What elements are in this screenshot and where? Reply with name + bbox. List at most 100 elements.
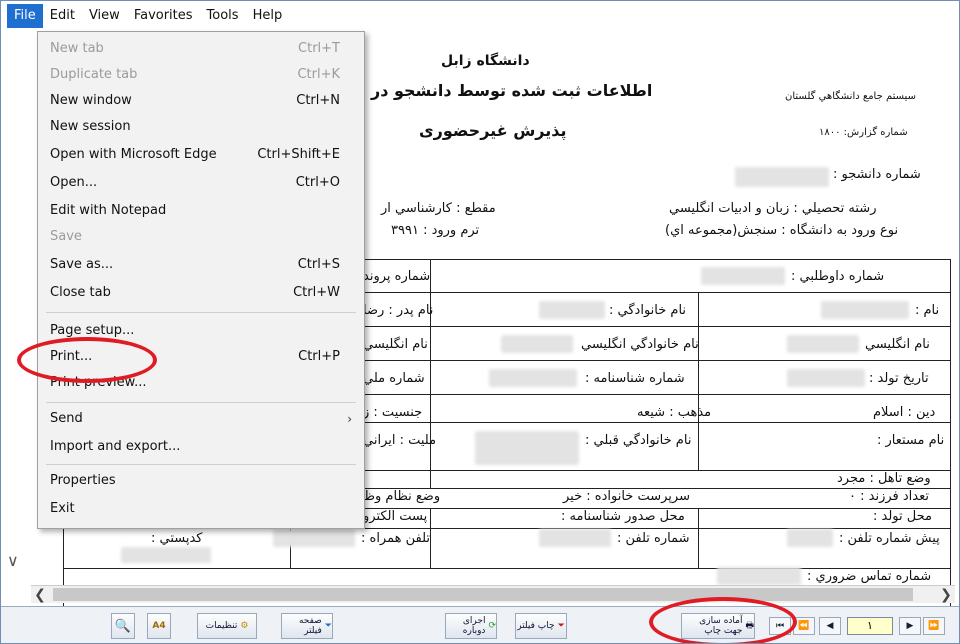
browser-window: File Edit View Favorites Tools Help دانش…: [0, 0, 960, 644]
menu-item-label: New tab: [50, 41, 104, 56]
cell-candidate-number: شماره داوطلبي :: [791, 269, 885, 284]
menu-item-open[interactable]: Open... Ctrl+O: [38, 170, 364, 196]
menu-item-properties[interactable]: Properties: [38, 468, 364, 494]
menu-bar: File Edit View Favorites Tools Help: [1, 1, 959, 31]
menu-item-label: Send: [50, 411, 83, 426]
cell-birth-date: تاريخ تولد :: [869, 371, 929, 386]
report-title: اطلاعات ثبت شده توسط دانشجو در: [371, 81, 653, 100]
menu-favorites[interactable]: Favorites: [127, 4, 200, 28]
prepare-print-highlight-circle: [649, 597, 797, 643]
menu-item-edit-notepad[interactable]: Edit with Notepad: [38, 198, 364, 224]
menu-item-duplicate-tab[interactable]: Duplicate tab Ctrl+K: [38, 62, 364, 88]
redacted-value: [539, 529, 611, 547]
menu-separator: [46, 402, 356, 403]
cell-email: پست الكترو: [363, 509, 428, 524]
cell-last-name: نام خانوادگي :: [609, 303, 687, 318]
funnel-icon: ⏷: [324, 621, 332, 631]
scroll-left-icon[interactable]: ❮: [31, 586, 49, 604]
menu-item-new-tab[interactable]: New tab Ctrl+T: [38, 36, 364, 62]
cell-children-count: تعداد فرزند : ۰: [849, 489, 929, 504]
settings-icon: ⚙: [240, 621, 249, 631]
filter-page-button[interactable]: ⏷ صفحه فيلتر: [281, 613, 333, 639]
menu-item-save[interactable]: Save: [38, 224, 364, 250]
menu-file[interactable]: File: [7, 4, 43, 28]
entry-type: نوع ورود به دانشگاه : سنجش(مجموعه اي): [665, 223, 899, 238]
cell-first-name: نام :: [915, 303, 940, 318]
redacted-value: [717, 567, 801, 585]
rerun-label: اجرای دوباره: [462, 616, 486, 636]
menu-item-open-edge[interactable]: Open with Microsoft Edge Ctrl+Shift+E: [38, 142, 364, 168]
settings-button[interactable]: ⚙ تنظيمات: [197, 613, 257, 639]
menu-item-label: Open...: [50, 175, 98, 190]
menu-item-shortcut: Ctrl+K: [297, 67, 340, 82]
print-highlight-circle: [17, 337, 157, 383]
zoom-button[interactable]: 🔍: [111, 613, 135, 639]
next-fast-button[interactable]: ⏩: [923, 617, 945, 635]
cell-birth-place: محل تولد :: [873, 509, 932, 524]
magnifier-icon: 🔍: [114, 618, 132, 634]
rerun-button[interactable]: ⟳ اجرای دوباره: [445, 613, 497, 639]
refresh-icon: ⟳: [488, 621, 496, 631]
menu-item-send[interactable]: Send ›: [38, 406, 364, 432]
report-number: شماره گزارش: ۱۸۰۰: [819, 127, 908, 138]
menu-separator: [46, 464, 356, 465]
file-menu: New tab Ctrl+T Duplicate tab Ctrl+K New wi…: [37, 31, 365, 529]
menu-edit[interactable]: Edit: [43, 4, 82, 28]
menu-item-new-window[interactable]: New window Ctrl+N: [38, 88, 364, 114]
redacted-value: [539, 301, 605, 319]
print-filter-button[interactable]: ⏷ چاپ فيلتر: [515, 613, 567, 639]
menu-item-label: Properties: [50, 473, 116, 488]
redacted-value: [821, 301, 909, 319]
cell-english-name: نام انگليسي: [865, 337, 930, 352]
cell-phone: شماره تلفن :: [617, 531, 690, 546]
page-number-field[interactable]: ۱: [847, 617, 893, 635]
menu-item-shortcut: Ctrl+S: [297, 257, 340, 272]
cell-father-name: نام پدر : رضا: [363, 303, 434, 318]
menu-item-label: Save as...: [50, 257, 114, 272]
university-name: دانشگاه زابل: [441, 53, 530, 69]
cell-military-status: وضع نظام وظ: [363, 489, 441, 504]
report-toolbar: 🔍 A4 ⚙ تنظيمات ⏷ صفحه فيلتر ⟳ اجرای دوبا…: [1, 606, 959, 643]
menu-item-exit[interactable]: Exit: [38, 496, 364, 522]
expand-chevron-icon[interactable]: ∨: [7, 551, 19, 570]
cell-english-name-2: نام انگليسي: [363, 337, 428, 352]
prev-page-button[interactable]: ◀: [819, 617, 841, 635]
menu-help[interactable]: Help: [246, 4, 290, 28]
next-page-button[interactable]: ▶: [899, 617, 921, 635]
cell-id-number: شماره شناسنامه :: [585, 371, 685, 386]
student-number-label: شماره دانشجو :: [833, 167, 921, 182]
entry-term: ترم ورود : ۳۹۹۱: [391, 223, 480, 238]
menu-item-label: Close tab: [50, 285, 111, 300]
redacted-value: [501, 335, 573, 353]
menu-view[interactable]: View: [82, 4, 127, 28]
redacted-value: [787, 529, 833, 547]
menu-item-save-as[interactable]: Save as... Ctrl+S: [38, 252, 364, 278]
menu-item-shortcut: Ctrl+P: [298, 349, 340, 364]
scroll-right-icon[interactable]: ❯: [937, 586, 955, 604]
menu-tools[interactable]: Tools: [200, 4, 246, 28]
system-name: سيستم جامع دانشگاهي گلستان: [785, 91, 916, 102]
menu-item-new-session[interactable]: New session: [38, 114, 364, 140]
menu-item-import-export[interactable]: Import and export...: [38, 434, 364, 460]
cell-emergency-phone: شماره تماس ضروري :: [807, 569, 932, 584]
print-filter-label: چاپ فيلتر: [517, 621, 555, 631]
cell-national-id: شماره ملي: [363, 371, 425, 386]
cell-phone-prefix: پيش شماره تلفن :: [839, 531, 940, 546]
menu-item-label: Import and export...: [50, 439, 181, 454]
redacted-value: [475, 431, 579, 465]
paper-size-button[interactable]: A4: [147, 613, 171, 639]
cell-religion: دين : اسلام: [873, 405, 936, 420]
menu-item-label: New session: [50, 119, 131, 134]
menu-item-shortcut: Ctrl+T: [298, 41, 340, 56]
menu-item-close-tab[interactable]: Close tab Ctrl+W: [38, 280, 364, 306]
cell-previous-last-name: نام خانوادگي قبلي :: [585, 433, 692, 448]
settings-label: تنظيمات: [205, 621, 238, 631]
cell-english-last-name: نام خانوادگي انگليسي: [581, 337, 699, 352]
menu-item-label: Duplicate tab: [50, 67, 138, 82]
cell-head-of-family: سرپرست خانواده : خير: [563, 489, 690, 504]
scroll-thumb[interactable]: [53, 588, 913, 601]
print-funnel-icon: ⏷: [557, 621, 565, 631]
cell-alias: نام مستعار :: [877, 433, 945, 448]
horizontal-scrollbar[interactable]: ❮ ❯: [31, 585, 955, 603]
cell-gender: جنسيت : ز: [363, 405, 423, 420]
